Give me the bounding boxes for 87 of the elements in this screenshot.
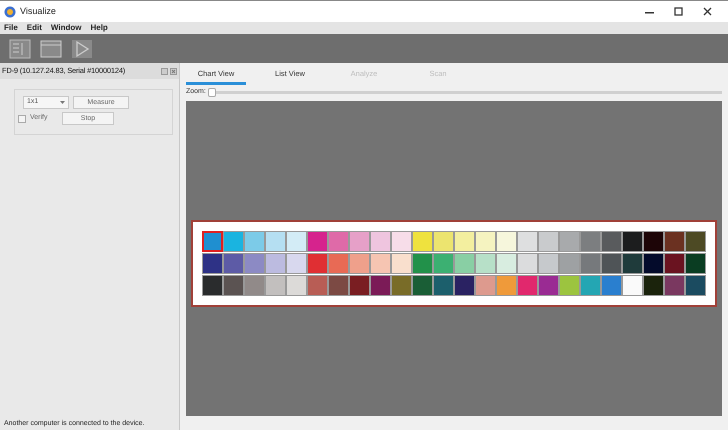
color-swatch[interactable] [349, 275, 370, 296]
menu-item[interactable]: Edit [26, 24, 42, 32]
color-swatch[interactable] [622, 231, 643, 252]
color-swatch[interactable] [433, 275, 454, 296]
color-swatch[interactable] [328, 275, 349, 296]
color-swatch[interactable] [475, 275, 496, 296]
color-swatch[interactable] [286, 275, 307, 296]
color-swatch[interactable] [580, 253, 601, 274]
color-swatch[interactable] [643, 231, 664, 252]
color-swatch[interactable] [286, 231, 307, 252]
color-swatch[interactable] [517, 275, 538, 296]
window-tool-icon[interactable] [40, 38, 62, 58]
color-swatch[interactable] [454, 231, 475, 252]
color-swatch[interactable] [370, 231, 391, 252]
color-swatch[interactable] [559, 253, 580, 274]
color-swatch[interactable] [664, 275, 685, 296]
color-swatch[interactable] [244, 253, 265, 274]
color-swatch[interactable] [202, 253, 223, 274]
window-title: Visualize [20, 4, 56, 18]
color-swatch[interactable] [328, 253, 349, 274]
menu-item[interactable]: Window [50, 24, 82, 32]
color-swatch[interactable] [475, 253, 496, 274]
color-swatch[interactable] [370, 253, 391, 274]
color-swatch[interactable] [601, 275, 622, 296]
color-swatch[interactable] [559, 231, 580, 252]
color-swatch[interactable] [349, 231, 370, 252]
color-swatch[interactable] [496, 275, 517, 296]
menu-item[interactable]: File [4, 24, 18, 32]
menu-item[interactable]: Help [90, 24, 108, 32]
color-swatch[interactable] [496, 253, 517, 274]
color-swatch[interactable] [538, 253, 559, 274]
color-swatch[interactable] [307, 275, 328, 296]
zoom-slider-thumb[interactable] [208, 88, 216, 96]
color-swatch[interactable] [454, 275, 475, 296]
color-swatch[interactable] [286, 253, 307, 274]
grid-tool-icon[interactable] [9, 38, 31, 58]
color-swatch[interactable] [517, 231, 538, 252]
color-swatch[interactable] [559, 275, 580, 296]
color-swatch[interactable] [223, 253, 244, 274]
color-swatch[interactable] [244, 231, 265, 252]
color-swatch[interactable] [580, 231, 601, 252]
color-swatch[interactable] [391, 253, 412, 274]
maximize-icon[interactable] [674, 7, 683, 16]
color-swatch[interactable] [454, 253, 475, 274]
color-swatch[interactable] [328, 231, 349, 252]
color-swatch[interactable] [307, 253, 328, 274]
color-swatch[interactable] [496, 231, 517, 252]
color-swatch[interactable] [223, 275, 244, 296]
color-swatch[interactable] [433, 231, 454, 252]
color-swatch[interactable] [601, 253, 622, 274]
color-swatch[interactable] [664, 253, 685, 274]
color-swatch[interactable] [412, 253, 433, 274]
verify-checkbox[interactable] [18, 114, 26, 122]
app-logo-icon [4, 6, 16, 18]
color-swatch[interactable] [580, 275, 601, 296]
color-swatch[interactable] [223, 231, 244, 252]
color-swatch[interactable] [601, 231, 622, 252]
color-swatch[interactable] [202, 231, 223, 252]
color-swatch[interactable] [475, 231, 496, 252]
color-swatch[interactable] [265, 231, 286, 252]
color-swatch[interactable] [643, 275, 664, 296]
color-swatch[interactable] [538, 231, 559, 252]
color-swatch[interactable] [307, 231, 328, 252]
color-swatch[interactable] [265, 275, 286, 296]
color-swatch[interactable] [538, 275, 559, 296]
color-swatch[interactable] [202, 275, 223, 296]
color-swatch[interactable] [412, 231, 433, 252]
color-swatch[interactable] [622, 253, 643, 274]
color-swatch[interactable] [244, 275, 265, 296]
color-swatch[interactable] [412, 275, 433, 296]
color-swatch[interactable] [433, 253, 454, 274]
color-swatch[interactable] [685, 275, 706, 296]
color-swatch[interactable] [391, 275, 412, 296]
color-swatch[interactable] [349, 253, 370, 274]
color-swatch[interactable] [391, 231, 412, 252]
color-swatch[interactable] [685, 253, 706, 274]
color-swatch[interactable] [622, 275, 643, 296]
play-tool-icon[interactable] [71, 38, 93, 58]
color-swatch[interactable] [643, 253, 664, 274]
caret-icon [60, 101, 65, 104]
color-swatch[interactable] [265, 253, 286, 274]
color-swatch[interactable] [370, 275, 391, 296]
color-swatch[interactable] [517, 253, 538, 274]
color-swatch[interactable] [664, 231, 685, 252]
close-icon[interactable] [703, 7, 712, 16]
restore-icon[interactable] [161, 68, 168, 74]
color-swatch[interactable] [685, 231, 706, 252]
